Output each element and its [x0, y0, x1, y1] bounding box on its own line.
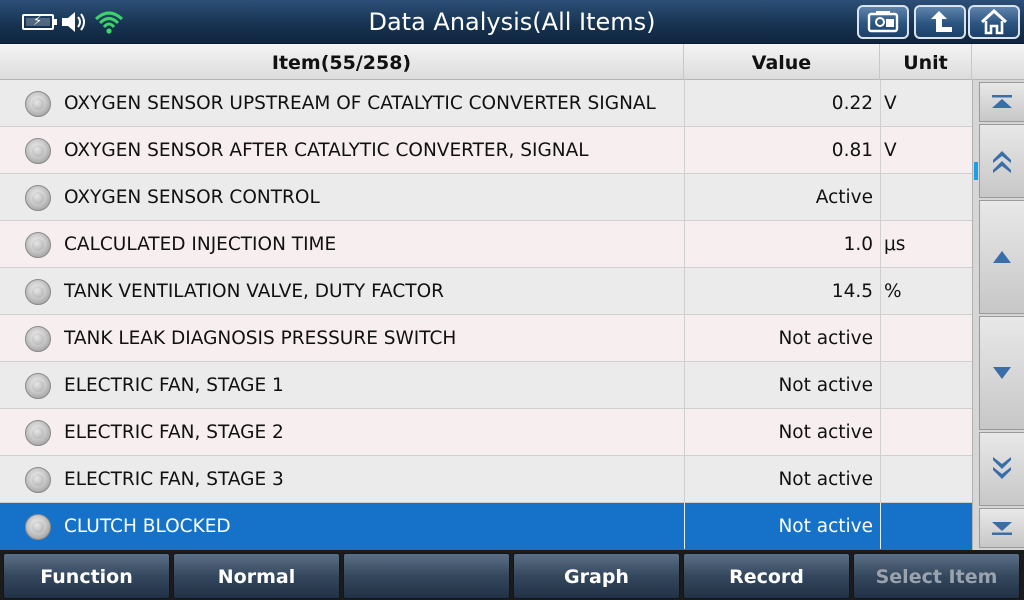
data-table: Item(55/258) Value Unit OXYGEN SENSOR UP… — [0, 44, 1024, 550]
row-item: ELECTRIC FAN, STAGE 3 — [64, 469, 284, 490]
screenshot-icon — [867, 11, 899, 33]
double-chevron-down-icon — [993, 457, 1011, 479]
scroll-panel — [972, 80, 1024, 550]
function-button[interactable]: Function — [3, 553, 170, 599]
row-radio[interactable] — [25, 232, 51, 258]
back-arrow-icon — [931, 11, 952, 32]
empty-button[interactable] — [343, 553, 510, 599]
select-item-button[interactable]: Select Item — [853, 553, 1020, 599]
row-item: OXYGEN SENSOR UPSTREAM OF CATALYTIC CONV… — [64, 93, 656, 114]
home-icon — [980, 9, 1008, 35]
row-unit: V — [880, 127, 972, 173]
row-item: OXYGEN SENSOR CONTROL — [64, 187, 320, 208]
row-value: Not active — [684, 456, 880, 502]
table-row[interactable]: TANK LEAK DIAGNOSIS PRESSURE SWITCH Not … — [0, 315, 972, 362]
scroll-position-indicator — [974, 162, 978, 180]
scroll-up-button[interactable] — [979, 200, 1024, 314]
row-item: ELECTRIC FAN, STAGE 2 — [64, 422, 284, 443]
row-value: Not active — [684, 315, 880, 361]
row-unit — [880, 456, 972, 502]
row-value: Not active — [684, 409, 880, 455]
table-row[interactable]: ELECTRIC FAN, STAGE 3 Not active — [0, 456, 972, 503]
row-value: 0.81 — [684, 127, 880, 173]
row-unit — [880, 174, 972, 220]
scroll-bottom-icon — [992, 522, 1012, 535]
scroll-bottom-button[interactable] — [979, 508, 1024, 548]
table-row[interactable]: ELECTRIC FAN, STAGE 1 Not active — [0, 362, 972, 409]
row-item: OXYGEN SENSOR AFTER CATALYTIC CONVERTER,… — [64, 140, 589, 161]
table-row[interactable]: OXYGEN SENSOR UPSTREAM OF CATALYTIC CONV… — [0, 80, 972, 127]
table-row[interactable]: TANK VENTILATION VALVE, DUTY FACTOR 14.5… — [0, 268, 972, 315]
back-button[interactable] — [914, 5, 966, 39]
row-radio[interactable] — [25, 514, 51, 540]
column-header-unit[interactable]: Unit — [880, 44, 972, 80]
row-unit: μs — [880, 221, 972, 267]
top-bar: ⚡ Data Analysis(All Items) — [0, 0, 1024, 44]
row-item: TANK LEAK DIAGNOSIS PRESSURE SWITCH — [64, 328, 457, 349]
row-value: Not active — [684, 503, 880, 549]
row-unit — [880, 315, 972, 361]
bottom-toolbar: Function Normal Graph Record Select Item — [0, 550, 1024, 600]
triangle-down-icon — [993, 367, 1011, 379]
row-value: 0.22 — [684, 80, 880, 126]
scroll-top-button[interactable] — [979, 82, 1024, 122]
home-button[interactable] — [968, 5, 1020, 39]
screenshot-button[interactable] — [857, 5, 909, 39]
record-button[interactable]: Record — [683, 553, 850, 599]
row-value: 14.5 — [684, 268, 880, 314]
row-unit: % — [880, 268, 972, 314]
row-radio[interactable] — [25, 279, 51, 305]
table-header: Item(55/258) Value Unit — [0, 44, 1024, 80]
row-item: ELECTRIC FAN, STAGE 1 — [64, 375, 284, 396]
row-item: TANK VENTILATION VALVE, DUTY FACTOR — [64, 281, 444, 302]
row-unit — [880, 362, 972, 408]
table-row[interactable]: OXYGEN SENSOR AFTER CATALYTIC CONVERTER,… — [0, 127, 972, 174]
double-chevron-up-icon — [993, 151, 1011, 173]
table-row-selected[interactable]: CLUTCH BLOCKED Not active — [0, 503, 972, 550]
scroll-top-icon — [992, 95, 1012, 108]
row-item: CLUTCH BLOCKED — [64, 516, 231, 537]
row-radio[interactable] — [25, 467, 51, 493]
row-radio[interactable] — [25, 420, 51, 446]
row-unit — [880, 503, 972, 549]
triangle-up-icon — [993, 251, 1011, 263]
column-header-spacer — [972, 44, 1024, 80]
row-radio[interactable] — [25, 91, 51, 117]
row-unit: V — [880, 80, 972, 126]
column-header-item[interactable]: Item(55/258) — [0, 44, 684, 80]
column-header-value[interactable]: Value — [684, 44, 880, 80]
row-value: Active — [684, 174, 880, 220]
row-radio[interactable] — [25, 138, 51, 164]
row-radio[interactable] — [25, 326, 51, 352]
row-item: CALCULATED INJECTION TIME — [64, 234, 337, 255]
row-radio[interactable] — [25, 373, 51, 399]
row-value: Not active — [684, 362, 880, 408]
page-down-button[interactable] — [979, 432, 1024, 506]
row-radio[interactable] — [25, 185, 51, 211]
graph-button[interactable]: Graph — [513, 553, 680, 599]
row-value: 1.0 — [684, 221, 880, 267]
page-up-button[interactable] — [979, 124, 1024, 198]
table-rows: OXYGEN SENSOR UPSTREAM OF CATALYTIC CONV… — [0, 80, 972, 550]
scroll-down-button[interactable] — [979, 316, 1024, 430]
row-unit — [880, 409, 972, 455]
table-row[interactable]: ELECTRIC FAN, STAGE 2 Not active — [0, 409, 972, 456]
table-row[interactable]: CALCULATED INJECTION TIME 1.0 μs — [0, 221, 972, 268]
table-row[interactable]: OXYGEN SENSOR CONTROL Active — [0, 174, 972, 221]
normal-button[interactable]: Normal — [173, 553, 340, 599]
